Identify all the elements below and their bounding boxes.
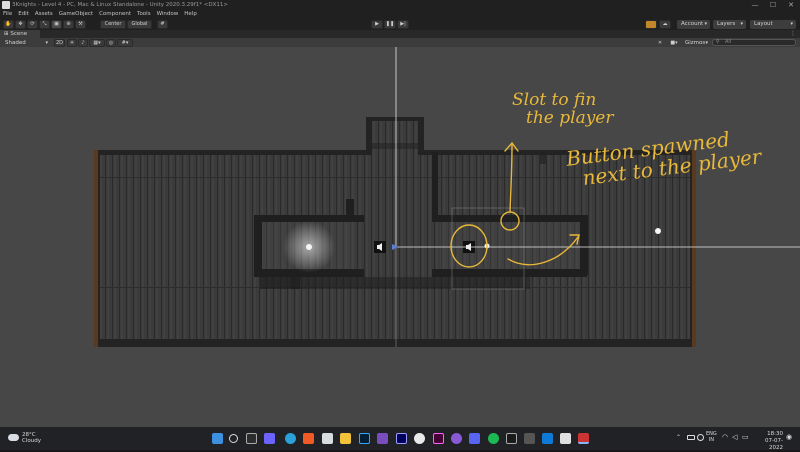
vscode-icon[interactable] — [542, 433, 553, 444]
hidden-objects-icon[interactable]: ◎ — [106, 38, 116, 47]
clock-time: 18:30 — [767, 431, 783, 437]
rect-tool-icon[interactable]: ▣ — [51, 19, 62, 29]
file-explorer-icon[interactable] — [340, 433, 351, 444]
menu-file[interactable]: File — [3, 11, 12, 17]
menu-window[interactable]: Window — [157, 11, 179, 17]
photoshop-icon[interactable] — [359, 433, 370, 444]
menu-component[interactable]: Component — [99, 11, 131, 17]
layout-dropdown[interactable]: Layout — [750, 19, 796, 29]
windows-taskbar: 28°C Cloudy ⌃ ENG IN ◠ ◁ ▭ 18:30 07-07-2… — [0, 427, 800, 452]
snipping-tool-icon[interactable] — [578, 433, 589, 444]
github-desktop-icon[interactable] — [451, 433, 462, 444]
2d-toggle[interactable]: 2D — [54, 38, 65, 47]
clock[interactable]: 18:30 07-07-2022 — [753, 431, 783, 452]
effects-icon[interactable]: ▦▾ — [89, 38, 105, 47]
collab-icon[interactable] — [645, 19, 657, 29]
premiere-pro-icon[interactable] — [396, 433, 407, 444]
menu-assets[interactable]: Assets — [35, 11, 53, 17]
gizmos-dropdown[interactable]: Gizmos — [681, 38, 711, 47]
search-icon[interactable] — [229, 434, 238, 443]
task-view-icon[interactable] — [246, 433, 257, 444]
light-bulb-icon — [306, 244, 312, 250]
battery-icon[interactable] — [687, 435, 695, 440]
annotation-slot-line2: the player — [526, 108, 614, 128]
show-hidden-icons[interactable]: ⌃ — [676, 434, 681, 441]
pivot-center-button[interactable]: Center — [100, 19, 126, 29]
scale-tool-icon[interactable]: ⤡ — [39, 19, 50, 29]
ide-icon[interactable] — [506, 433, 517, 444]
transform-tool-icon[interactable]: ⊕ — [63, 19, 74, 29]
menu-gameobject[interactable]: GameObject — [59, 11, 93, 17]
scene-tab-label: Scene — [10, 31, 28, 37]
discord-icon[interactable] — [469, 433, 480, 444]
shading-mode-dropdown[interactable]: Shaded — [1, 38, 51, 47]
tab-scene[interactable]: ⊞ Scene — [0, 30, 40, 38]
terminal-icon[interactable] — [524, 433, 535, 444]
step-button[interactable]: ▶| — [397, 19, 409, 29]
account-dropdown[interactable]: Account — [677, 19, 710, 29]
language-indicator[interactable]: ENG IN — [706, 431, 717, 443]
close-button[interactable]: ✕ — [782, 0, 800, 10]
play-button[interactable]: ▶ — [371, 19, 383, 29]
menu-help[interactable]: Help — [184, 11, 197, 17]
lighting-icon[interactable]: ☀ — [67, 38, 77, 47]
custom-tool-icon[interactable]: ⚒ — [75, 19, 86, 29]
weather-widget[interactable]: 28°C Cloudy — [22, 432, 41, 444]
chat-icon[interactable] — [264, 433, 275, 444]
menu-bar: File Edit Assets GameObject Component To… — [0, 10, 800, 18]
rotate-tool-icon[interactable]: ⟳ — [27, 19, 38, 29]
cloud-sync-icon[interactable] — [697, 434, 704, 441]
brave-browser-icon[interactable] — [303, 433, 314, 444]
weather-desc: Cloudy — [22, 438, 41, 444]
snap-grid-icon[interactable]: # — [157, 19, 168, 29]
grid-icon[interactable]: #▾ — [117, 38, 133, 47]
adobe-xd-icon[interactable] — [433, 433, 444, 444]
menu-edit[interactable]: Edit — [18, 11, 29, 17]
cloud-icon[interactable]: ☁ — [659, 19, 671, 29]
title-bar: 3Knights - Level 4 - PC, Mac & Linux Sta… — [0, 0, 800, 10]
unity-logo-icon — [2, 1, 10, 9]
minimize-button[interactable]: — — [746, 0, 764, 10]
more-options-icon[interactable]: ⋮ — [790, 30, 796, 38]
unity-hub-icon[interactable] — [322, 433, 333, 444]
layers-dropdown[interactable]: Layers — [713, 19, 746, 29]
window-controls: — ☐ ✕ — [746, 0, 800, 10]
search-icon: ⚲ — [716, 39, 720, 45]
light-bulb-icon — [655, 228, 661, 234]
scene-view[interactable]: Slot to fin the player Button spawned ne… — [0, 47, 800, 427]
pause-button[interactable]: ❚❚ — [384, 19, 396, 29]
volume-icon[interactable]: ◁ — [732, 433, 737, 441]
region-code: IN — [708, 437, 714, 443]
spotify-icon[interactable] — [488, 433, 499, 444]
scene-options-bar: Shaded 2D ☀ ♪ ▦▾ ◎ #▾ ✕ ■▾ Gizmos ⚲ All — [0, 38, 800, 47]
scene-search-input[interactable]: ⚲ All — [712, 39, 796, 46]
weather-cloud-icon — [8, 434, 19, 441]
window-title: 3Knights - Level 4 - PC, Mac & Linux Sta… — [12, 2, 228, 8]
main-toolbar: ✋ ✥ ⟳ ⤡ ▣ ⊕ ⚒ Center Global # ▶ ❚❚ ▶| ☁ … — [0, 18, 800, 30]
annotation-slot-line1: Slot to fin — [512, 90, 597, 110]
chrome-icon[interactable] — [414, 433, 425, 444]
battery-status-icon[interactable]: ▭ — [742, 433, 749, 441]
level-map — [94, 47, 800, 347]
pivot-global-button[interactable]: Global — [127, 19, 152, 29]
hand-tool-icon[interactable]: ✋ — [3, 19, 14, 29]
menu-tools[interactable]: Tools — [137, 11, 151, 17]
edge-browser-icon[interactable] — [285, 433, 296, 444]
tools-icon[interactable]: ✕ — [655, 38, 665, 47]
scene-search-placeholder: All — [725, 39, 732, 45]
visual-studio-icon[interactable] — [377, 433, 388, 444]
annotation-slot-text: Slot to fin the player — [512, 91, 614, 127]
notifications-icon[interactable]: ◉ — [786, 433, 792, 441]
move-tool-icon[interactable]: ✥ — [15, 19, 26, 29]
audio-icon[interactable]: ♪ — [78, 38, 88, 47]
maximize-button[interactable]: ☐ — [764, 0, 782, 10]
start-windows-icon[interactable] — [212, 433, 223, 444]
wifi-icon[interactable]: ◠ — [722, 433, 728, 441]
camera-icon[interactable]: ■▾ — [667, 38, 681, 47]
unity-editor-icon[interactable] — [560, 433, 571, 444]
scene-tab-bar: ⊞ Scene ⋮ — [0, 30, 800, 38]
